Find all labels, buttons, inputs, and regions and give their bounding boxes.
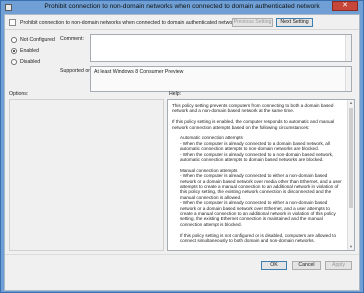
help-bullet: - When the computer is already connected… (180, 200, 336, 227)
enabled-radio[interactable] (11, 48, 17, 54)
close-button[interactable]: ✕ (332, 1, 358, 11)
help-paragraph: This policy setting prevents computers f… (172, 103, 334, 114)
help-scrollbar[interactable]: ▲ ▼ (347, 100, 354, 250)
supported-on-field: At least Windows 8 Consumer Preview (90, 66, 352, 92)
not-configured-label: Not Configured (20, 37, 55, 43)
ok-button[interactable]: OK (261, 261, 287, 270)
previous-setting-button[interactable]: Previous Setting (232, 18, 273, 27)
scroll-down-arrow-icon[interactable]: ▼ (348, 244, 354, 250)
dialog-footer: OK Cancel Apply (5, 254, 359, 290)
enabled-option[interactable]: Enabled (11, 48, 39, 54)
enabled-label: Enabled (20, 48, 40, 54)
options-label: Options: (9, 91, 29, 97)
next-setting-button[interactable]: Next Setting (276, 18, 313, 27)
supported-on-label: Supported on: (60, 68, 93, 74)
help-bullet: - When the computer is already connected… (180, 173, 342, 200)
dialog-client-area: Prohibit connection to non-domain networ… (4, 14, 360, 291)
supported-on-scrollbar[interactable] (345, 67, 351, 91)
supported-on-value: At least Windows 8 Consumer Preview (94, 69, 184, 75)
comment-label: Comment: (60, 36, 84, 42)
help-bullet: - When the computer is already connected… (180, 151, 334, 163)
comment-textarea[interactable] (90, 34, 352, 62)
disabled-radio[interactable] (11, 59, 17, 65)
title-bar[interactable]: Prohibit connection to non-domain networ… (1, 1, 363, 14)
policy-name: Prohibit connection to non-domain networ… (20, 20, 237, 26)
cancel-button[interactable]: Cancel (292, 261, 321, 270)
help-label: Help: (169, 91, 182, 97)
disabled-option[interactable]: Disabled (11, 59, 40, 65)
not-configured-option[interactable]: Not Configured (11, 37, 55, 43)
help-paragraph: If this policy setting is not configured… (180, 232, 337, 244)
disabled-label: Disabled (20, 59, 41, 65)
apply-button[interactable]: Apply (325, 261, 352, 270)
help-paragraph: If this policy setting is enabled, the c… (172, 119, 335, 130)
policy-header: Prohibit connection to non-domain networ… (5, 15, 359, 30)
help-scroll-thumb[interactable] (349, 108, 353, 208)
help-bullet: - When the computer is already connected… (180, 140, 330, 152)
options-pane (9, 99, 164, 251)
policy-dialog-window: Prohibit connection to non-domain networ… (0, 0, 364, 293)
comment-scrollbar[interactable] (345, 35, 351, 61)
policy-icon (9, 19, 16, 26)
scroll-up-arrow-icon[interactable]: ▲ (348, 100, 354, 106)
help-text: This policy setting prevents computers f… (172, 103, 342, 244)
not-configured-radio[interactable] (11, 37, 17, 43)
help-pane: This policy setting prevents computers f… (167, 99, 355, 251)
window-title: Prohibit connection to non-domain networ… (44, 3, 320, 10)
